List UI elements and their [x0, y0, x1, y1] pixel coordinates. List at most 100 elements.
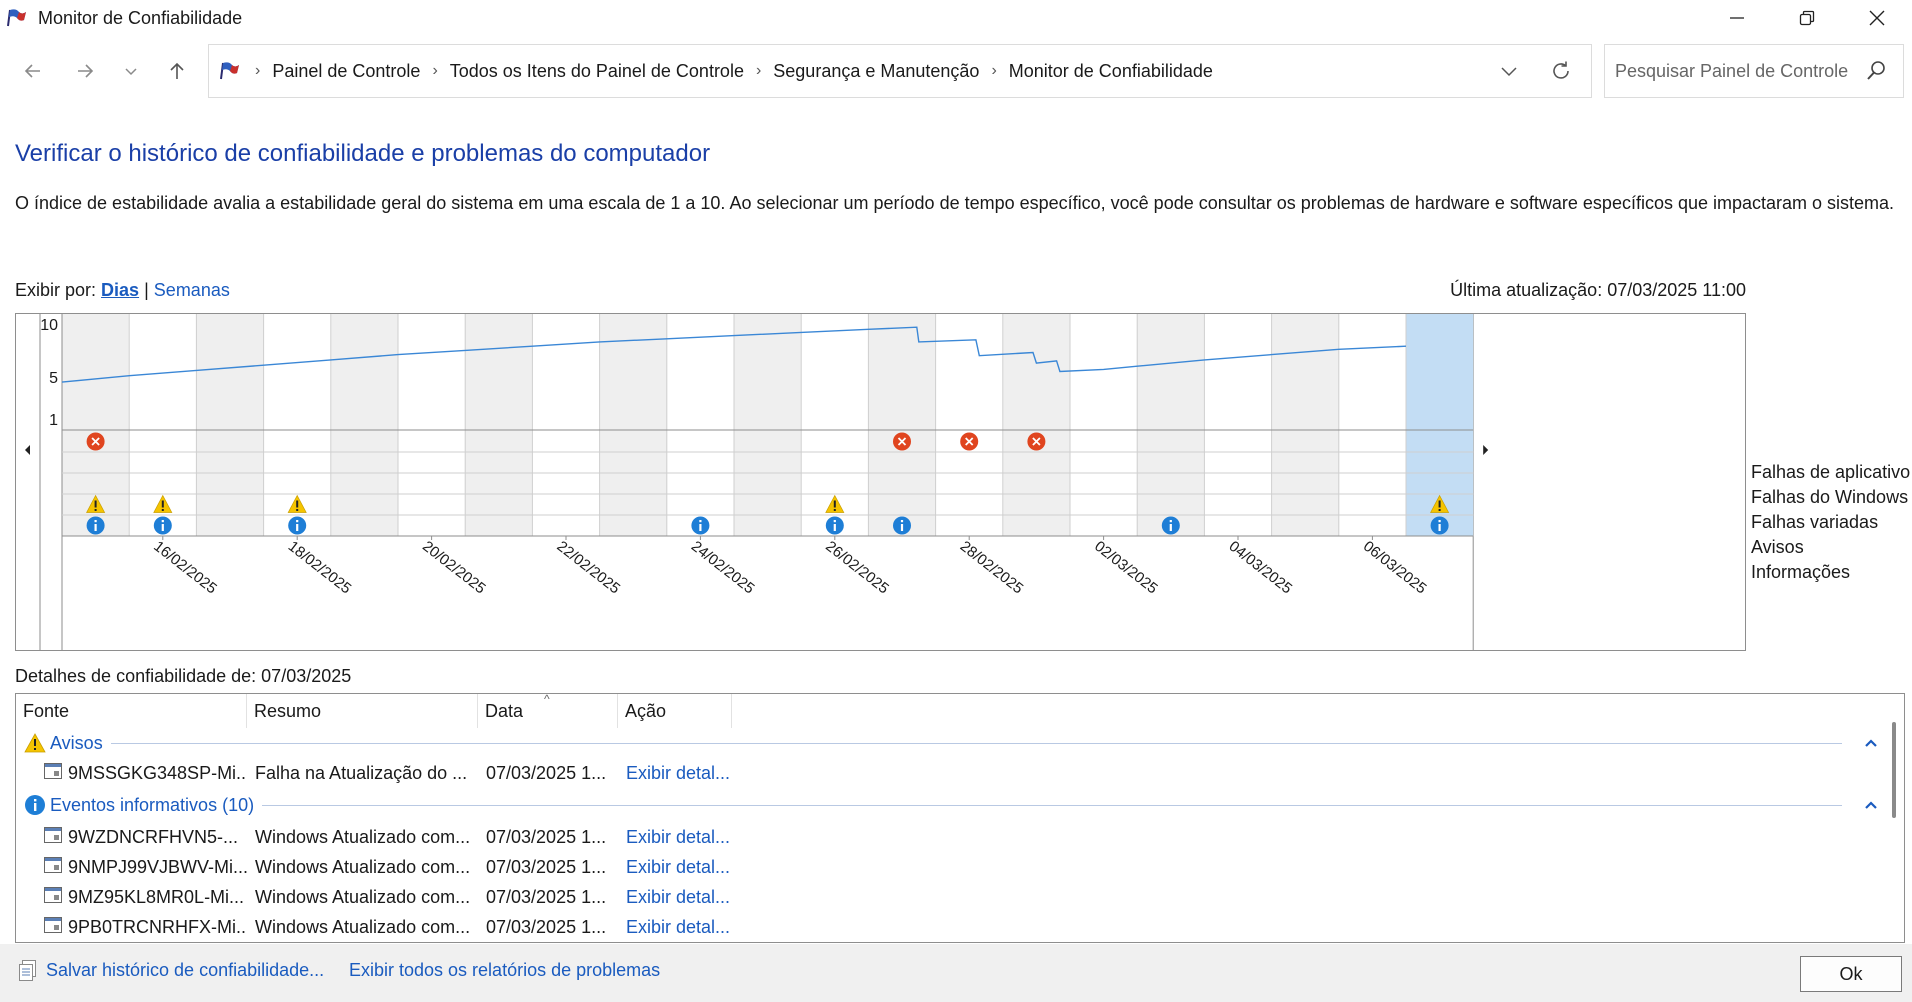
breadcrumb-separator-icon[interactable]: › [983, 62, 1004, 80]
column-header-source[interactable]: Fonte [16, 694, 247, 728]
app-window-icon [44, 826, 62, 848]
minimize-button[interactable] [1702, 0, 1772, 36]
chevron-up-icon [1865, 801, 1877, 809]
cell-date: 07/03/2025 1... [486, 762, 607, 783]
view-details-link[interactable]: Exibir detal... [618, 857, 768, 878]
cell-date: 07/03/2025 1... [486, 916, 607, 937]
chevron-up-icon [1865, 739, 1877, 747]
column-header-label: Resumo [254, 700, 322, 721]
column-header-action[interactable]: Ação [618, 694, 732, 728]
legend-app-failures: Falhas de aplicativo [1751, 462, 1911, 482]
refresh-icon [1553, 61, 1569, 79]
x-tick-label: 04/03/2025 [1226, 538, 1296, 598]
info-icon-mark [161, 524, 164, 531]
warning-icon-mark [296, 500, 299, 508]
arrow-left-icon [24, 64, 40, 78]
search-input[interactable] [1615, 60, 1855, 82]
day-column [532, 314, 600, 536]
scroll-right-icon [1483, 445, 1489, 455]
breadcrumb-security-maintenance[interactable]: Segurança e Manutenção [769, 61, 983, 82]
x-tick-label: 02/03/2025 [1091, 538, 1161, 598]
collapse-group-button[interactable] [1856, 800, 1886, 810]
chevron-down-icon [1501, 67, 1517, 77]
navigation-bar: › Painel de Controle › Todos os Itens do… [0, 44, 1912, 98]
view-details-link[interactable]: Exibir detal... [618, 887, 768, 908]
reliability-chart-svg[interactable]: 10 5 1 16/02/2025 18/02/2025 20/02/2025 22/02/… [16, 314, 1745, 650]
location-flag-icon [219, 61, 241, 81]
ok-button[interactable]: Ok [1800, 956, 1902, 992]
minimize-icon [1730, 17, 1744, 19]
footer-bar: Salvar histórico de confiabilidade... Ex… [0, 944, 1912, 1002]
up-button[interactable] [154, 44, 200, 98]
breadcrumb-separator-icon[interactable]: › [424, 62, 445, 80]
back-button[interactable] [10, 44, 56, 98]
day-column [196, 314, 264, 536]
breadcrumb-separator-icon[interactable]: › [748, 62, 769, 80]
group-label: Avisos [50, 732, 103, 753]
info-icon-mark [296, 524, 299, 531]
table-row[interactable]: 9PB0TRCNRHFX-Mi... Windows Atualizado co… [16, 912, 1886, 942]
address-bar[interactable]: › Painel de Controle › Todos os Itens do… [208, 44, 1592, 98]
table-row[interactable]: 9MZ95KL8MR0L-Mi... Windows Atualizado co… [16, 882, 1886, 912]
column-header-date[interactable]: Data ^ [478, 694, 618, 728]
view-days-link[interactable]: Dias [101, 280, 139, 300]
vertical-scrollbar[interactable] [1884, 694, 1904, 942]
scrollbar-thumb[interactable] [1892, 722, 1896, 818]
x-tick-label: 24/02/2025 [688, 538, 758, 598]
day-column [599, 314, 667, 536]
day-column [1070, 314, 1138, 536]
cell-date: 07/03/2025 1... [486, 826, 607, 847]
info-icon-mark [833, 520, 836, 523]
table-row[interactable]: 9MSSGKG348SP-Mi... Falha na Atualização … [16, 758, 1886, 788]
breadcrumb-reliability-monitor[interactable]: Monitor de Confiabilidade [1005, 61, 1217, 82]
info-icon-mark [699, 524, 702, 531]
table-row[interactable]: 9NMPJ99VJBWV-Mi... Windows Atualizado co… [16, 852, 1886, 882]
day-column [330, 314, 398, 536]
cell-summary: Windows Atualizado com... [255, 886, 471, 907]
save-history-link[interactable]: Salvar histórico de confiabilidade... [46, 960, 324, 981]
warning-icon-mark [1438, 500, 1441, 508]
day-column [935, 314, 1003, 536]
forward-button[interactable] [62, 44, 108, 98]
info-icon-mark [296, 520, 299, 523]
search-box[interactable] [1604, 44, 1904, 98]
cell-summary: Windows Atualizado com... [255, 856, 471, 877]
reliability-chart[interactable]: 10 5 1 16/02/2025 18/02/2025 20/02/2025 22/02/… [15, 313, 1746, 651]
info-icon-mark [1169, 520, 1172, 523]
cell-date: 07/03/2025 1... [486, 856, 607, 877]
column-header-summary[interactable]: Resumo [247, 694, 478, 728]
details-table: Fonte Resumo Data ^ Ação Avisos 9MSSGKG34… [15, 693, 1905, 943]
column-header-label: Fonte [23, 700, 70, 721]
maximize-button[interactable] [1772, 0, 1842, 36]
address-history-button[interactable] [1497, 59, 1521, 88]
breadcrumb-separator-icon[interactable]: › [247, 62, 268, 80]
table-row[interactable]: 9WZDNCRFHVN5-... Windows Atualizado com.… [16, 822, 1886, 852]
recent-locations-button[interactable] [108, 44, 154, 98]
view-weeks-link[interactable]: Semanas [154, 280, 230, 300]
warning-icon-mark [94, 500, 97, 508]
page-description: O índice de estabilidade avalia a estabi… [15, 193, 1895, 213]
chevron-down-icon [125, 68, 137, 76]
group-header-informational[interactable]: Eventos informativos (10) [16, 790, 1886, 820]
view-details-link[interactable]: Exibir detal... [618, 917, 768, 938]
breadcrumb-control-panel[interactable]: Painel de Controle [268, 61, 424, 82]
view-details-link[interactable]: Exibir detal... [618, 827, 768, 848]
close-button[interactable] [1842, 0, 1912, 36]
day-column [734, 314, 802, 536]
view-all-reports-link[interactable]: Exibir todos os relatórios de problemas [349, 960, 660, 981]
info-icon-mark [900, 520, 904, 523]
search-icon[interactable] [1865, 60, 1887, 87]
info-icon [24, 794, 46, 816]
refresh-button[interactable] [1549, 59, 1573, 88]
last-update-text: Última atualização: 07/03/2025 11:00 [1450, 280, 1746, 300]
collapse-group-button[interactable] [1856, 738, 1886, 748]
details-label: Detalhes de confiabilidade de: 07/03/202… [15, 666, 352, 686]
reliability-flag-icon [4, 5, 30, 31]
x-tick-label: 22/02/2025 [554, 538, 624, 598]
group-label: Eventos informativos (10) [50, 794, 255, 815]
view-details-link[interactable]: Exibir detal... [618, 763, 768, 784]
group-header-warnings[interactable]: Avisos [16, 728, 1886, 758]
breadcrumb-all-items[interactable]: Todos os Itens do Painel de Controle [446, 61, 748, 82]
title-bar: Monitor de Confiabilidade [0, 0, 1912, 36]
warning-icon-mark [94, 509, 97, 511]
